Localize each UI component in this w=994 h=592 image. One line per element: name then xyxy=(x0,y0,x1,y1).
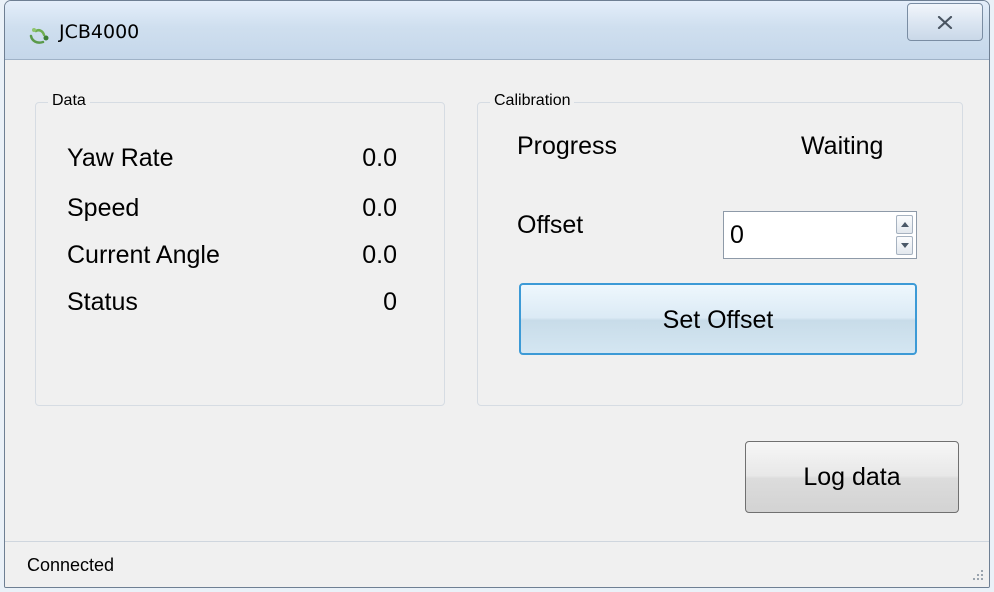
spin-up-icon xyxy=(901,222,909,227)
spin-down-button[interactable] xyxy=(896,236,913,255)
title-bar[interactable]: JCB4000 xyxy=(5,1,989,60)
close-icon xyxy=(937,16,953,29)
spin-down-icon xyxy=(901,243,909,248)
calibration-group-title: Calibration xyxy=(490,92,575,110)
offset-label: Offset xyxy=(517,211,584,239)
spin-up-button[interactable] xyxy=(896,215,913,234)
current-angle-value: 0.0 xyxy=(362,241,397,269)
yaw-rate-label: Yaw Rate xyxy=(67,144,174,172)
spin-buttons xyxy=(896,215,913,255)
window-title: JCB4000 xyxy=(59,21,140,43)
app-icon xyxy=(29,28,49,44)
yaw-rate-value: 0.0 xyxy=(362,144,397,172)
speed-label: Speed xyxy=(67,194,140,222)
app-window: JCB4000 Data Yaw Rate 0.0 Speed 0.0 Curr… xyxy=(4,0,990,588)
set-offset-button[interactable]: Set Offset xyxy=(519,283,917,355)
data-group-title: Data xyxy=(48,92,90,110)
progress-value: Waiting xyxy=(801,132,884,160)
current-angle-label: Current Angle xyxy=(67,241,220,269)
status-value: 0 xyxy=(383,288,397,316)
status-bar-text: Connected xyxy=(27,555,115,575)
resize-grip-icon[interactable] xyxy=(969,566,985,582)
close-button[interactable] xyxy=(907,3,983,41)
progress-label: Progress xyxy=(517,132,618,160)
status-bar: Connected xyxy=(5,541,989,587)
speed-value: 0.0 xyxy=(362,194,397,222)
log-data-button[interactable]: Log data xyxy=(745,441,959,513)
offset-spinbox[interactable]: 0 xyxy=(723,211,917,259)
status-label: Status xyxy=(67,288,138,316)
offset-input-value[interactable]: 0 xyxy=(730,221,744,250)
